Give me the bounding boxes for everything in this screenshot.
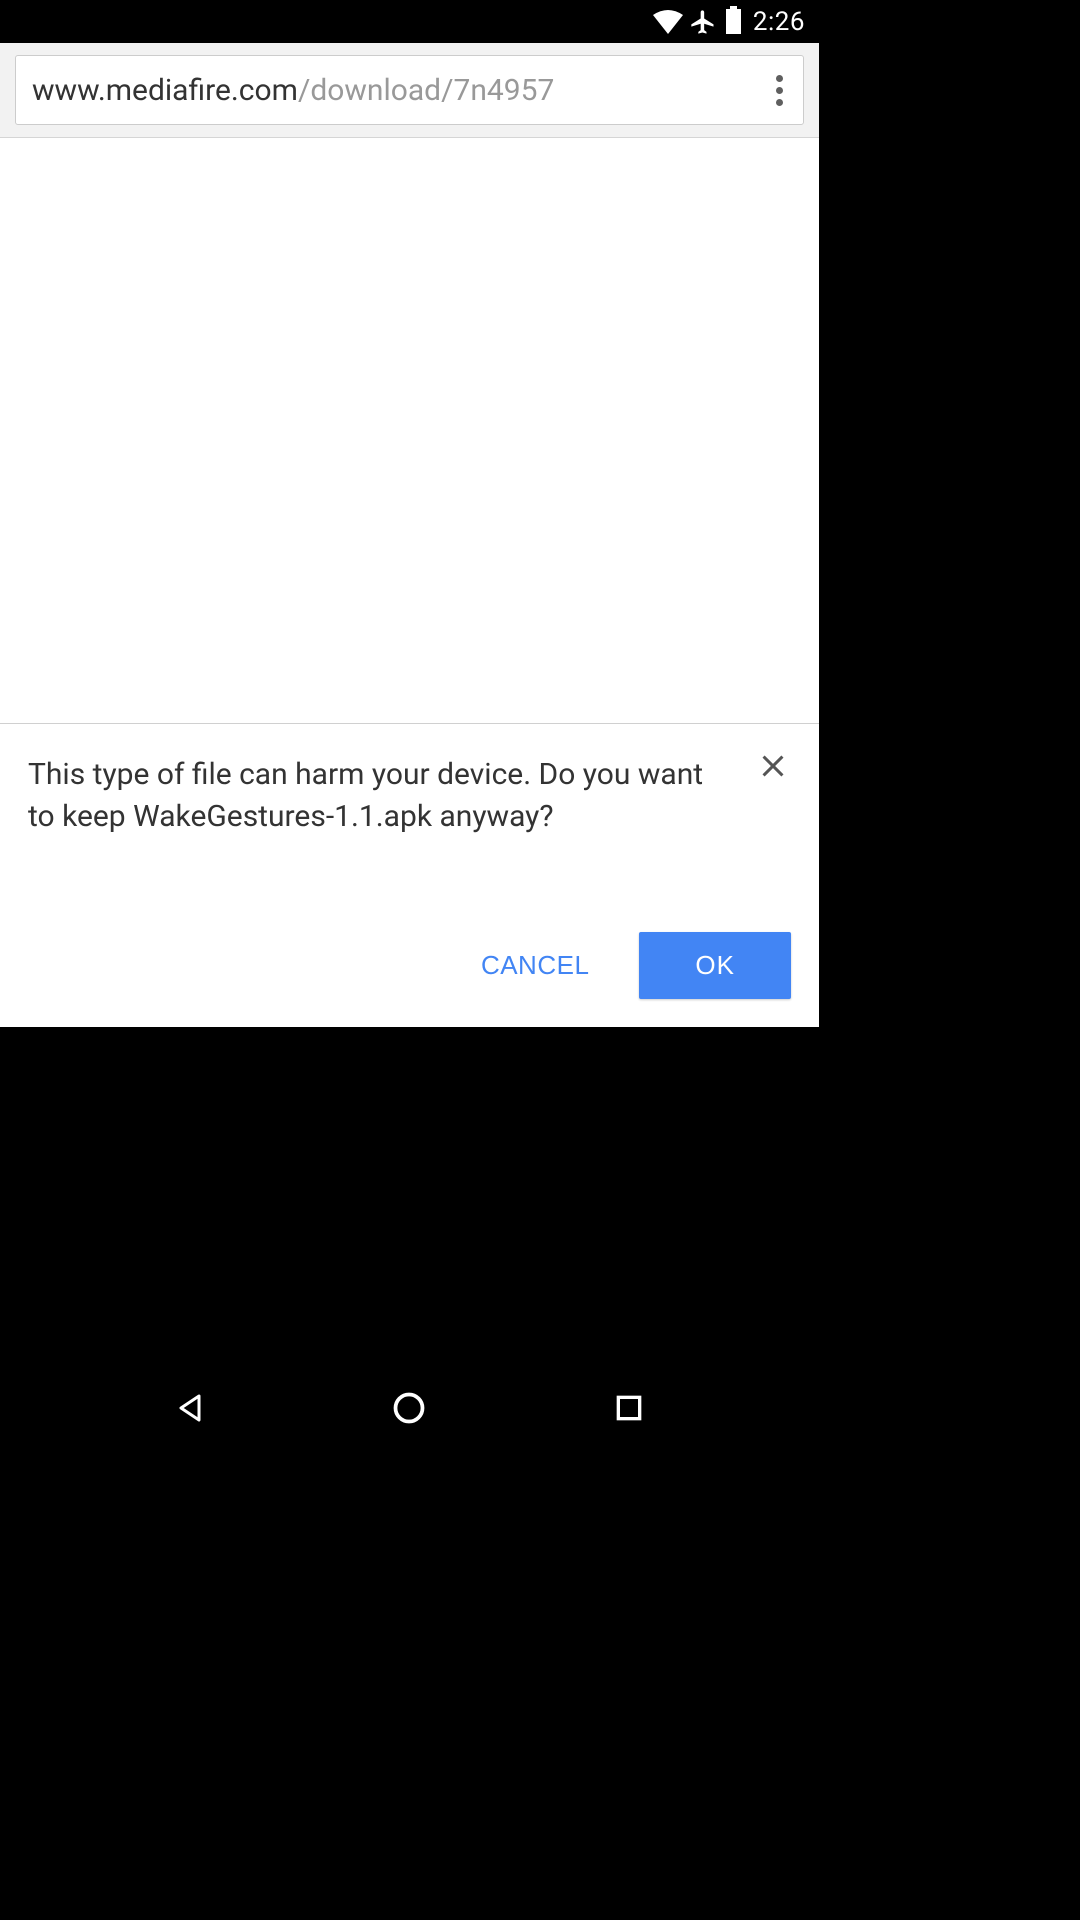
- battery-icon: [726, 9, 741, 34]
- url-bar[interactable]: www.mediafire.com/download/7n4957: [15, 55, 804, 125]
- dialog-actions: CANCEL OK: [481, 932, 791, 999]
- airplane-icon: [689, 8, 717, 36]
- navigation-bar: [0, 1359, 819, 1456]
- browser-menu-button[interactable]: [772, 67, 787, 114]
- black-gap: [0, 1027, 819, 1359]
- dialog-message: This type of file can harm your device. …: [28, 754, 791, 838]
- status-time: 2:26: [753, 7, 805, 37]
- dot-icon: [776, 99, 783, 106]
- browser-toolbar: www.mediafire.com/download/7n4957: [0, 43, 819, 138]
- recent-apps-button[interactable]: [604, 1383, 654, 1433]
- ok-button[interactable]: OK: [639, 932, 791, 999]
- cancel-button[interactable]: CANCEL: [481, 950, 589, 981]
- url-domain: www.mediafire.com: [32, 73, 298, 108]
- back-button[interactable]: [165, 1383, 215, 1433]
- status-bar: 2:26: [0, 0, 819, 43]
- dot-icon: [776, 87, 783, 94]
- dot-icon: [776, 75, 783, 82]
- dialog-close-button[interactable]: [755, 748, 791, 784]
- home-button[interactable]: [384, 1383, 434, 1433]
- url-path: /download/7n4957: [298, 73, 554, 108]
- download-warning-dialog: This type of file can harm your device. …: [0, 723, 819, 1027]
- url-text: www.mediafire.com/download/7n4957: [32, 73, 758, 108]
- wifi-icon: [653, 10, 683, 34]
- page-content: [0, 138, 819, 723]
